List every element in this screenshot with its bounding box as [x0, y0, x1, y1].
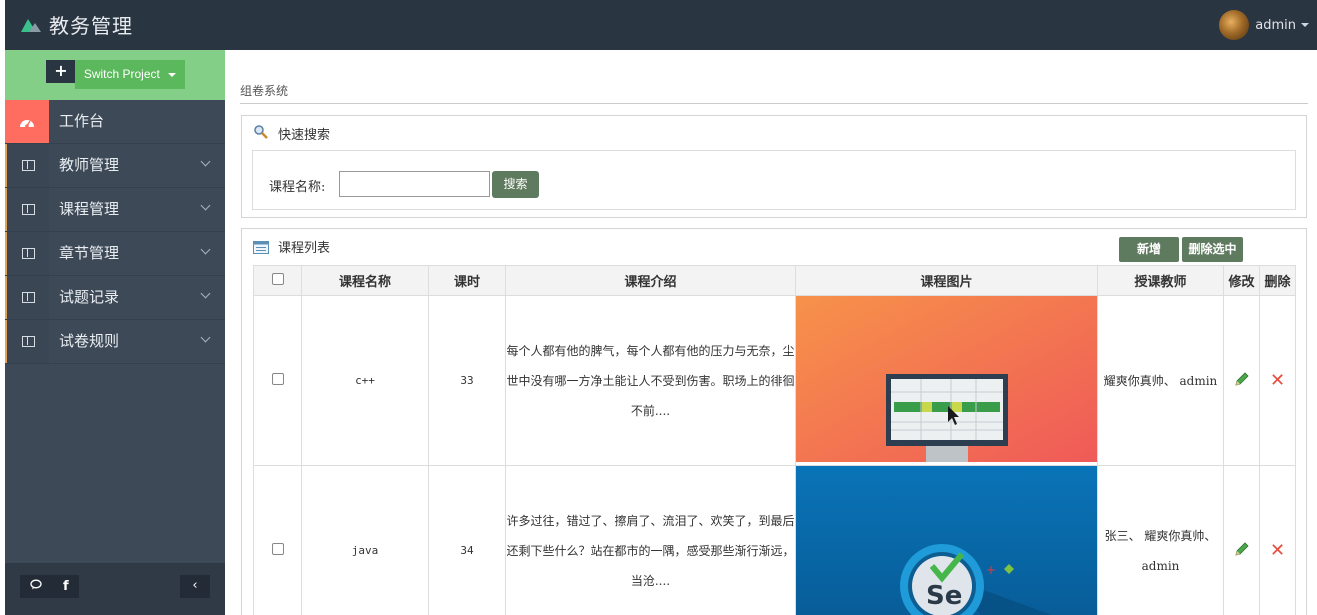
sidebar-item-question-records[interactable]: 试题记录 [5, 276, 225, 320]
switch-project-button[interactable]: Switch Project [75, 60, 185, 89]
column-header: 课程名称 [301, 265, 429, 296]
main-content: 组卷系统 快速搜索 课程名称: 搜索 课程列表 新增 删除选中 课程名称 课时 … [225, 50, 1317, 615]
table-row: c++ 33 每个人都有他的脾气，每个人都有他的压力与无奈，尘世中没有哪一方净土… [253, 295, 1296, 466]
course-image-cell: Se + [795, 465, 1098, 615]
chevron-down-icon [200, 332, 211, 343]
teacher-cell: 张三、 耀爽你真帅、 admin [1097, 465, 1224, 615]
course-name-input[interactable] [339, 171, 490, 197]
column-header: 课程图片 [795, 265, 1098, 296]
sidebar-item-label: 工作台 [59, 112, 105, 130]
breadcrumb: 组卷系统 [240, 84, 289, 98]
window-icon [21, 248, 35, 259]
course-name-cell: java [301, 465, 429, 615]
sidebar-item-chapters[interactable]: 章节管理 [5, 232, 225, 276]
sidebar-footer: f ‹ [5, 563, 225, 615]
delete-selected-button[interactable]: 删除选中 [1182, 237, 1243, 262]
edit-pencil-icon[interactable] [1234, 371, 1250, 390]
column-header: 课时 [428, 265, 506, 296]
switch-project-label: Switch Project [83, 67, 160, 81]
sidebar-item-label: 教师管理 [59, 156, 120, 174]
teacher-cell: 耀爽你真帅、 admin [1097, 295, 1224, 466]
sidebar: + Switch Project 工作台 教师管理 课程管理 章节管理 试题记录 [5, 50, 225, 615]
delete-x-icon[interactable]: ✕ [1270, 370, 1285, 391]
sidebar-item-workbench[interactable]: 工作台 [5, 100, 225, 144]
row-checkbox[interactable] [271, 543, 284, 555]
chevron-down-icon [200, 156, 211, 167]
logo-icon [19, 14, 43, 36]
add-project-button[interactable]: + [46, 60, 76, 83]
search-form: 课程名称: 搜索 [252, 150, 1296, 210]
chevron-down-icon [168, 72, 177, 77]
facebook-icon[interactable]: f [63, 579, 69, 594]
window-icon [21, 292, 35, 303]
chevron-down-icon [200, 288, 211, 299]
divider [240, 103, 1308, 104]
app-logo[interactable]: 教务管理 [19, 10, 133, 39]
chevron-down-icon [200, 200, 211, 211]
course-table: 课程名称 课时 课程介绍 课程图片 授课教师 修改 删除 c++ 33 每个人都… [253, 265, 1296, 615]
search-button[interactable]: 搜索 [492, 171, 539, 198]
row-checkbox[interactable] [271, 373, 284, 385]
course-hours-cell: 34 [428, 465, 506, 615]
selenium-illustration: Se + [796, 466, 1097, 615]
list-icon [253, 239, 269, 258]
column-header: 删除 [1259, 265, 1296, 296]
sidebar-item-exam-rules[interactable]: 试卷规则 [5, 320, 225, 364]
sidebar-item-label: 课程管理 [59, 200, 120, 218]
course-intro-cell: 许多过往，错过了、擦肩了、流泪了、欢笑了，到最后还剩下些什么？站在都市的一隅，感… [506, 513, 795, 588]
avatar [1219, 10, 1250, 40]
course-hours-cell: 33 [428, 295, 506, 466]
dashboard-icon [5, 100, 49, 143]
sidebar-item-teachers[interactable]: 教师管理 [5, 144, 225, 188]
edit-pencil-icon[interactable] [1234, 541, 1250, 560]
collapse-sidebar-button[interactable]: ‹ [180, 575, 210, 598]
window-icon [21, 160, 35, 171]
course-image-cell [795, 295, 1098, 466]
user-menu[interactable]: admin [1219, 10, 1309, 40]
sidebar-item-label: 试卷规则 [59, 332, 120, 350]
table-row: java 34 许多过往，错过了、擦肩了、流泪了、欢笑了，到最后还剩下些什么？站… [253, 465, 1296, 615]
chevron-down-icon [1301, 23, 1309, 27]
svg-text:+: + [986, 563, 996, 577]
add-course-button[interactable]: 新增 [1119, 237, 1179, 262]
list-panel-title: 课程列表 [278, 241, 331, 256]
course-name-label: 课程名称: [269, 180, 326, 195]
chat-icon[interactable] [30, 579, 42, 594]
top-bar: 教务管理 admin [5, 0, 1317, 50]
search-icon [253, 124, 269, 144]
social-buttons: f [20, 575, 79, 598]
user-name: admin [1255, 17, 1296, 33]
sidebar-item-label: 章节管理 [59, 244, 120, 262]
select-all-checkbox[interactable] [271, 272, 284, 285]
window-icon [21, 336, 35, 347]
course-name-cell: c++ [301, 295, 429, 466]
column-header: 授课教师 [1097, 265, 1224, 296]
course-intro-cell: 每个人都有他的脾气，每个人都有他的压力与无奈，尘世中没有哪一方净土能让人不受到伤… [506, 343, 795, 418]
table-header-row: 课程名称 课时 课程介绍 课程图片 授课教师 修改 删除 [253, 265, 1296, 296]
app-title: 教务管理 [49, 14, 133, 38]
window-icon [21, 204, 35, 215]
sidebar-item-label: 试题记录 [59, 288, 120, 306]
delete-x-icon[interactable]: ✕ [1270, 540, 1285, 561]
course-list-panel: 课程列表 新增 删除选中 课程名称 课时 课程介绍 课程图片 授课教师 修改 删… [241, 228, 1307, 615]
monitor-illustration [796, 296, 1097, 462]
svg-text:Se: Se [926, 581, 962, 611]
search-panel-title: 快速搜索 [278, 128, 331, 143]
sidebar-item-courses[interactable]: 课程管理 [5, 188, 225, 232]
chevron-down-icon [200, 244, 211, 255]
select-all-cell [253, 265, 302, 296]
search-panel: 快速搜索 课程名称: 搜索 [241, 115, 1307, 218]
column-header: 修改 [1223, 265, 1260, 296]
project-switcher: + Switch Project [5, 50, 225, 100]
column-header: 课程介绍 [505, 265, 796, 296]
